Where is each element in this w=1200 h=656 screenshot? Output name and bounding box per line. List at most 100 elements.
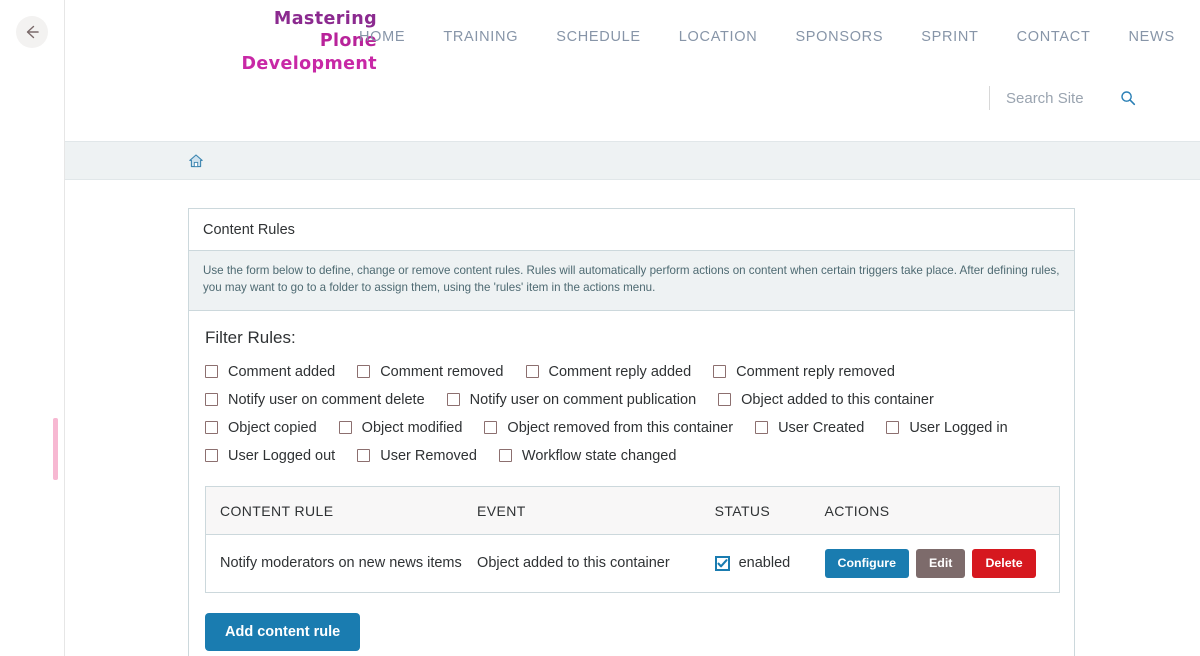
table-row: Notify moderators on new news items Obje… [206, 534, 1060, 592]
site-search [989, 86, 1136, 110]
content-rules-panel: Content Rules Use the form below to defi… [188, 208, 1075, 656]
filter-notify-user-comment-publication[interactable]: Notify user on comment publication [446, 391, 697, 408]
browser-chrome-rail [0, 0, 65, 656]
page-title: Content Rules [203, 221, 295, 238]
column-header-status: STATUS [714, 486, 825, 535]
checkbox[interactable] [205, 421, 218, 435]
filter-comment-reply-removed[interactable]: Comment reply removed [713, 364, 895, 380]
table-body: Notify moderators on new news items Obje… [206, 534, 1060, 592]
filter-object-added-to-this-container[interactable]: Object added to this container [718, 392, 934, 408]
filter-notify-user-comment-delete[interactable]: Notify user on comment delete [205, 392, 425, 408]
checkbox[interactable] [338, 421, 352, 435]
nav-item-home[interactable]: HOME [340, 29, 424, 45]
status-badge: enabled [714, 555, 825, 572]
filter-object-removed-from-this-container[interactable]: Object removed from this container [484, 420, 733, 436]
check-icon [717, 558, 728, 568]
filter-row-4: User Logged out User Removed Workflow st… [205, 448, 1058, 464]
filter-label: Object modified [361, 419, 463, 436]
table-header-row: CONTENT RULE EVENT STATUS ACTIONS [205, 486, 1060, 535]
filter-label: Comment removed [380, 363, 504, 380]
filter-row-2: Notify user on comment delete Notify use… [205, 392, 1058, 408]
logo-line-1: Mastering [273, 9, 377, 29]
breadcrumb [65, 141, 1200, 180]
nav-item-location[interactable]: LOCATION [660, 29, 777, 45]
filter-user-removed[interactable]: User Removed [357, 448, 477, 464]
screenshot-root: Mastering Plone Development HOME TRAININ… [0, 0, 1200, 656]
nav-item-news[interactable]: NEWS [1110, 29, 1194, 45]
filter-label: User Logged in [909, 419, 1008, 436]
filter-label: User Removed [380, 447, 477, 464]
filter-user-logged-out[interactable]: User Logged out [205, 448, 335, 464]
checkbox[interactable] [357, 365, 371, 379]
filter-label: Workflow state changed [521, 447, 677, 464]
checkbox[interactable] [357, 449, 371, 463]
filter-comment-reply-added[interactable]: Comment reply added [525, 363, 692, 380]
checkbox[interactable] [498, 449, 512, 463]
nav-item-events[interactable]: EVENTS [1194, 29, 1200, 45]
nav-item-contact[interactable]: CONTACT [998, 29, 1110, 45]
filter-label: Notify user on comment delete [228, 391, 425, 408]
nav-item-schedule[interactable]: SCHEDULE [537, 29, 660, 45]
nav-item-sponsors[interactable]: SPONSORS [776, 29, 902, 45]
column-header-event: EVENT [477, 486, 715, 535]
filter-comment-removed[interactable]: Comment removed [357, 363, 504, 380]
panel-body: Filter Rules: Comment added Comment remo… [189, 311, 1074, 656]
edit-button[interactable]: Edit [916, 548, 966, 578]
cell-event: Object added to this container [477, 555, 670, 572]
checkbox[interactable] [713, 365, 727, 379]
configure-button[interactable]: Configure [824, 548, 910, 578]
site-page: Mastering Plone Development HOME TRAININ… [65, 0, 1200, 656]
filter-label: Object added to this container [741, 391, 934, 408]
checkbox[interactable] [205, 393, 218, 407]
enabled-checkbox[interactable] [714, 555, 730, 571]
filter-label: Object removed from this container [507, 419, 734, 436]
checkbox[interactable] [205, 449, 218, 463]
checkbox[interactable] [755, 421, 769, 435]
search-input[interactable] [1004, 88, 1108, 108]
checkbox[interactable] [484, 421, 498, 435]
nav-item-sprint[interactable]: SPRINT [902, 29, 997, 45]
filter-label: User Logged out [228, 447, 336, 464]
add-content-rule-button[interactable]: Add content rule [205, 612, 361, 651]
filter-workflow-state-changed[interactable]: Workflow state changed [498, 447, 677, 464]
main-navigation: HOME TRAINING SCHEDULE LOCATION SPONSORS… [340, 29, 1200, 45]
cell-content-rule: Notify moderators on new news items [220, 555, 462, 572]
page-scroll-marker[interactable] [53, 418, 58, 480]
filter-rules-heading: Filter Rules: [205, 327, 296, 347]
table-header: CONTENT RULE EVENT STATUS ACTIONS [205, 486, 1060, 535]
filter-label: Comment reply removed [736, 363, 895, 380]
filter-object-copied[interactable]: Object copied [205, 420, 317, 436]
site-header: Mastering Plone Development HOME TRAININ… [65, 0, 1200, 141]
filter-label: Object copied [228, 419, 317, 436]
cell-actions: Configure Edit Delete [824, 534, 1060, 592]
logo-line-3: Development [241, 53, 377, 74]
nav-item-training[interactable]: TRAINING [424, 29, 537, 45]
filter-comment-added[interactable]: Comment added [205, 364, 335, 380]
filter-object-modified[interactable]: Object modified [338, 419, 463, 436]
filter-user-created[interactable]: User Created [755, 420, 864, 436]
row-action-buttons: Configure Edit Delete [824, 548, 1059, 578]
filter-row-3: Object copied Object modified Object rem… [205, 420, 1058, 436]
panel-header: Content Rules [189, 209, 1074, 251]
filter-user-logged-in[interactable]: User Logged in [886, 419, 1008, 436]
checkbox[interactable] [446, 393, 460, 407]
checkbox[interactable] [886, 421, 900, 435]
checkbox[interactable] [525, 365, 539, 379]
content-rules-table: CONTENT RULE EVENT STATUS ACTIONS Notify… [205, 485, 1060, 593]
panel-description: Use the form below to define, change or … [189, 251, 1074, 311]
checkbox[interactable] [718, 393, 732, 407]
filter-label: Comment added [228, 363, 336, 380]
delete-button[interactable]: Delete [972, 548, 1036, 578]
column-header-actions: ACTIONS [824, 486, 1060, 535]
checkbox[interactable] [205, 365, 218, 379]
filter-row-1: Comment added Comment removed Comment re… [205, 364, 1058, 380]
cell-status: enabled [714, 534, 825, 592]
back-button[interactable] [16, 16, 48, 48]
column-header-content-rule: CONTENT RULE [205, 486, 478, 535]
status-label: enabled [738, 555, 791, 572]
back-arrow-icon [26, 25, 39, 39]
filter-label: Notify user on comment publication [469, 391, 697, 408]
search-icon[interactable] [1120, 90, 1136, 106]
filter-label: Comment reply added [548, 363, 692, 380]
home-icon[interactable] [188, 153, 204, 169]
